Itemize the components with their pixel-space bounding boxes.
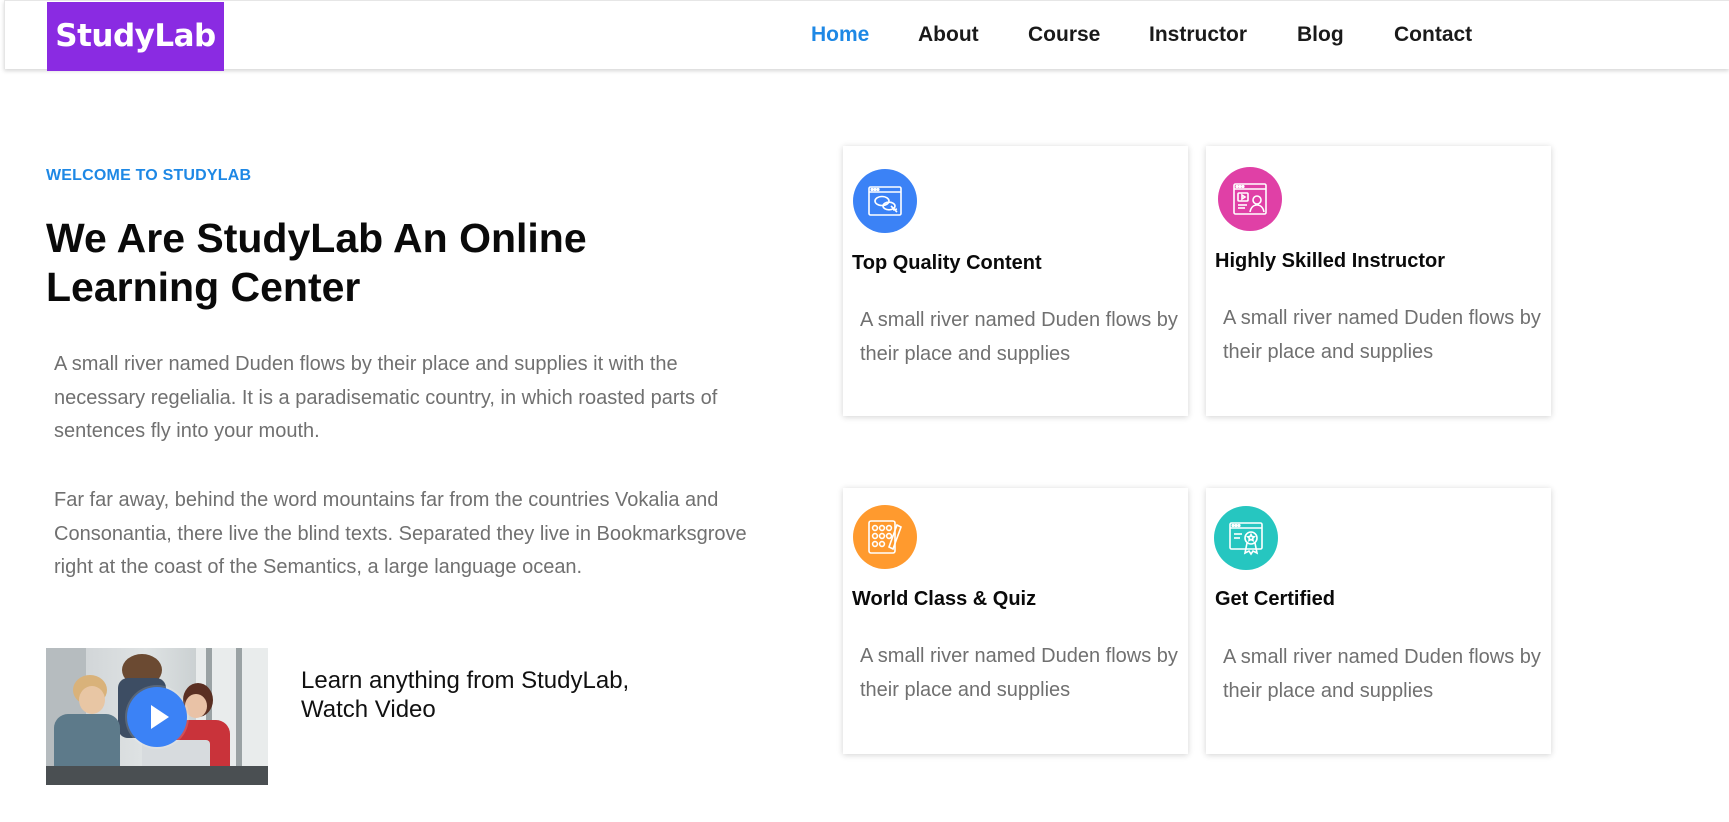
nav-item-home[interactable]: Home xyxy=(811,1,869,70)
feature-title: World Class & Quiz xyxy=(852,588,1037,610)
feature-text: A small river named Duden flows by their… xyxy=(1223,307,1541,363)
feature-text: A small river named Duden flows by their… xyxy=(860,645,1178,701)
nav-item-contact[interactable]: Contact xyxy=(1394,1,1472,70)
nav-item-blog[interactable]: Blog xyxy=(1297,1,1344,70)
feature-title: Top Quality Content xyxy=(852,252,1042,274)
feature-title: Highly Skilled Instructor xyxy=(1215,250,1446,272)
video-thumbnail[interactable] xyxy=(46,648,268,785)
nav-item-instructor[interactable]: Instructor xyxy=(1149,1,1247,70)
feature-card-quiz: World Class & Quiz A small river named D… xyxy=(843,488,1188,754)
certificate-icon xyxy=(1214,506,1278,570)
feature-card-instructor: Highly Skilled Instructor A small river … xyxy=(1206,146,1551,416)
content-browser-icon xyxy=(853,169,917,233)
main-nav: Home About Course Instructor Blog Contac… xyxy=(5,1,1729,70)
quiz-icon xyxy=(853,505,917,569)
feature-card-quality: Top Quality Content A small river named … xyxy=(843,146,1188,416)
nav-item-course[interactable]: Course xyxy=(1028,1,1100,70)
video-caption-line1: Learn anything from StudyLab, xyxy=(301,667,630,694)
feature-title: Get Certified xyxy=(1215,588,1336,610)
hero-title: We Are StudyLab An Online Learning Cente… xyxy=(46,215,587,310)
video-caption[interactable]: Learn anything from StudyLab, Watch Vide… xyxy=(301,666,681,724)
nav-item-about[interactable]: About xyxy=(918,1,979,70)
feature-card-certified: Get Certified A small river named Duden … xyxy=(1206,488,1551,754)
feature-text: A small river named Duden flows by their… xyxy=(1223,646,1541,702)
hero-paragraph: Far far away, behind the word mountains … xyxy=(54,489,747,578)
site-header: StudyLab Home About Course Instructor Bl… xyxy=(4,0,1729,71)
feature-text: A small river named Duden flows by their… xyxy=(860,309,1178,365)
play-icon[interactable] xyxy=(127,687,187,747)
video-caption-line2: Watch Video xyxy=(301,696,436,723)
instructor-icon xyxy=(1218,167,1282,231)
hero-eyebrow: WELCOME TO STUDYLAB xyxy=(46,167,252,184)
hero-paragraph: A small river named Duden flows by their… xyxy=(54,353,718,442)
